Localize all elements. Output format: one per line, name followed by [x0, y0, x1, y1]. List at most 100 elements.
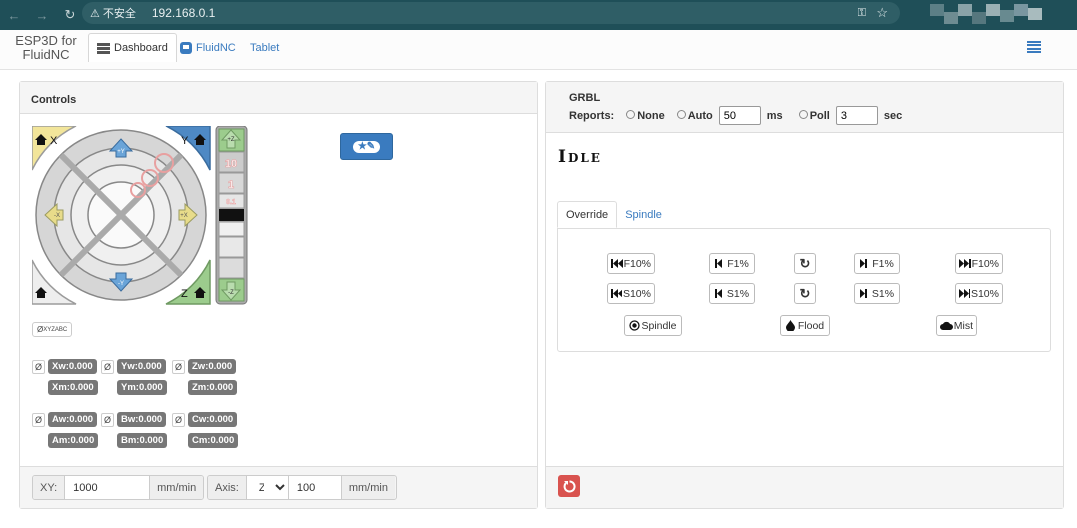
position-c-machine: Cm:0.000 — [188, 433, 239, 448]
app-header: ESP3D for FluidNC Dashboard FluidNC Tabl… — [0, 30, 1077, 70]
z-step-minus-01[interactable] — [218, 221, 245, 237]
controls-footer: XY: mm/min Axis: Z mm/min — [20, 466, 537, 508]
feed-plus-10-button[interactable]: F10% — [955, 253, 1003, 274]
position-z-machine: Zm:0.000 — [188, 380, 238, 395]
axis-feedrate-unit: mm/min — [340, 476, 395, 499]
none-radio[interactable] — [626, 109, 636, 119]
z-machine-position: Zm:0.000 — [188, 380, 238, 395]
droplet-icon — [785, 320, 795, 331]
profile-area[interactable] — [930, 4, 1070, 28]
back-icon[interactable]: ← — [0, 8, 28, 23]
step-forward-icon — [860, 259, 868, 268]
feed-reset-button[interactable]: ↻ — [794, 253, 816, 274]
key-icon[interactable]: ⚿ — [858, 7, 866, 20]
forward-icon[interactable]: → — [28, 8, 56, 23]
feed-plus-1-button[interactable]: F1% — [854, 253, 900, 274]
refresh-icon: ↻ — [799, 285, 811, 301]
feed-minus-1-button[interactable]: F1% — [709, 253, 755, 274]
feed-minus-10-button[interactable]: F10% — [607, 253, 655, 274]
position-b-machine: Bm:0.000 — [117, 433, 168, 448]
controls-panel: Controls +Y -Y -X +X X Y Z +Z 10 1 0.1 -… — [19, 81, 538, 509]
auto-interval-input[interactable] — [718, 106, 761, 125]
z-step-minus-1[interactable] — [218, 236, 245, 258]
xy-feedrate-unit: mm/min — [149, 476, 203, 499]
tab-override[interactable]: Override — [557, 201, 618, 228]
z-minus-label: -Z — [228, 290, 234, 296]
dashboard-icon — [97, 42, 110, 54]
x-work-position: Xw:0.000 — [48, 359, 97, 374]
tab-fluidnc[interactable]: FluidNC — [172, 33, 244, 62]
tab-dashboard[interactable]: Dashboard — [88, 33, 177, 62]
spindle-minus-10-button[interactable]: S10% — [607, 283, 655, 304]
step-backward-icon — [715, 259, 723, 268]
x-plus-label: +X — [180, 213, 188, 219]
axis-feedrate-input[interactable] — [288, 476, 341, 499]
star-pencil-icon: ★✎ — [352, 140, 381, 153]
grbl-tabs: Override Spindle — [557, 201, 670, 228]
x-minus-label: -X — [54, 213, 60, 219]
flood-button[interactable]: Flood — [780, 315, 830, 336]
home-y-label: Y — [181, 135, 189, 147]
z-work-position: Zw:0.000 — [188, 359, 237, 374]
address-bar[interactable]: ⚠ 不安全 192.168.0.1 ⚿ ☆ — [82, 2, 900, 24]
poll-radio[interactable] — [798, 109, 808, 119]
spindle-reset-button[interactable]: ↻ — [794, 283, 816, 304]
macro-button[interactable]: ★✎ — [340, 133, 393, 160]
bookmark-star-icon[interactable]: ☆ — [876, 5, 888, 21]
browser-toolbar: ← → ↻ ⚠ 不安全 192.168.0.1 ⚿ ☆ — [0, 0, 1077, 30]
z-center-bar — [219, 209, 244, 221]
reload-icon[interactable]: ↻ — [56, 7, 84, 23]
spindle-plus-10-button[interactable]: S10% — [955, 283, 1003, 304]
y-plus-label: +Y — [117, 149, 125, 155]
zero-y-button[interactable]: Ø — [101, 359, 114, 374]
fast-backward-icon — [611, 289, 622, 298]
menu-hamburger-icon[interactable] — [1027, 41, 1041, 53]
axis-select[interactable]: Z — [246, 476, 289, 499]
b-work-position: Bw:0.000 — [117, 412, 167, 427]
zero-x-button[interactable]: Ø — [32, 359, 45, 374]
xy-feedrate-input[interactable] — [65, 476, 150, 499]
position-c: Ø Cw:0.000 — [172, 412, 238, 427]
auto-radio[interactable] — [676, 109, 686, 119]
position-x: Ø Xw:0.000 — [32, 359, 97, 374]
position-a: Ø Aw:0.000 — [32, 412, 98, 427]
spindle-toggle-button[interactable]: Spindle — [624, 315, 682, 336]
zero-c-button[interactable]: Ø — [172, 412, 185, 427]
mist-button[interactable]: Mist — [936, 315, 977, 336]
soft-reset-button[interactable] — [558, 475, 580, 497]
tab-tablet[interactable]: Tablet — [242, 33, 287, 62]
jog-dial[interactable]: +Y -Y -X +X X Y Z +Z 10 1 0.1 -Z — [32, 126, 250, 306]
spindle-minus-1-button[interactable]: S1% — [709, 283, 755, 304]
xy-feedrate-label: XY: — [33, 476, 66, 499]
home-x-label: X — [50, 135, 58, 147]
step-backward-icon — [714, 289, 722, 298]
spindle-plus-1-button[interactable]: S1% — [854, 283, 900, 304]
grbl-panel: GRBL Reports: None Auto ms Poll sec Idle… — [545, 81, 1064, 509]
grbl-header: GRBL Reports: None Auto ms Poll sec — [546, 82, 1063, 133]
zero-z-button[interactable]: Ø — [172, 359, 185, 374]
y-minus-label: -Y — [118, 281, 124, 287]
zero-a-button[interactable]: Ø — [32, 412, 45, 427]
z-plus-label: +Z — [227, 137, 235, 143]
z-step-minus-10[interactable] — [218, 257, 245, 279]
auto-unit: ms — [766, 109, 783, 122]
url-text: 192.168.0.1 — [151, 6, 216, 20]
zero-all-button[interactable]: Ø XYZABC — [32, 322, 73, 337]
tab-spindle[interactable]: Spindle — [617, 201, 670, 228]
position-y: Ø Yw:0.000 — [101, 359, 166, 374]
override-panel: F10% F1% ↻ F1% F10% S10% S1% ↻ S1% S10% … — [557, 228, 1051, 352]
reports-row: Reports: None Auto ms Poll sec — [569, 106, 902, 125]
reports-auto-option[interactable]: Auto — [676, 109, 713, 122]
reports-label: Reports: — [569, 109, 615, 122]
x-machine-position: Xm:0.000 — [48, 380, 98, 395]
zero-b-button[interactable]: Ø — [101, 412, 114, 427]
poll-interval-input[interactable] — [835, 106, 878, 125]
poll-unit: sec — [883, 109, 903, 122]
security-warning[interactable]: ⚠ 不安全 — [90, 5, 136, 21]
fast-forward-icon — [959, 259, 971, 268]
position-z: Ø Zw:0.000 — [172, 359, 237, 374]
reports-poll-option[interactable]: Poll — [798, 109, 830, 122]
reports-none-option[interactable]: None — [626, 109, 665, 122]
xy-feedrate-group: XY: mm/min — [32, 475, 204, 500]
controls-title: Controls — [31, 94, 77, 106]
